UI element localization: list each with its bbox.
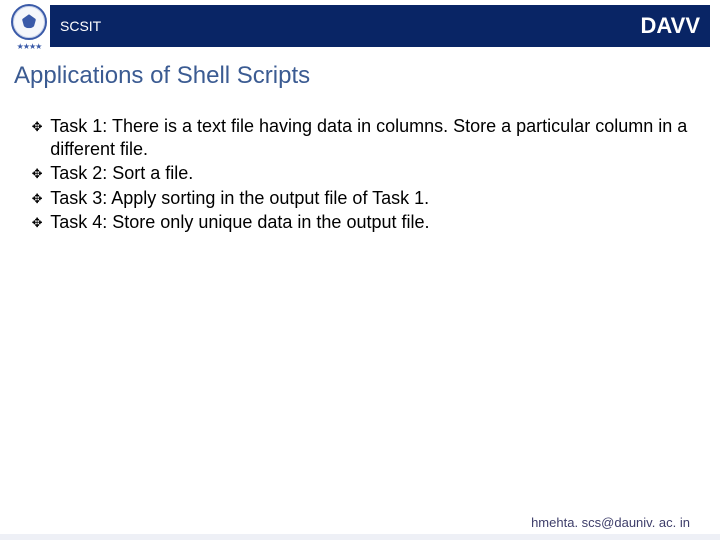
logo-emblem-icon [11,4,47,40]
bullet-icon: ✥ [32,116,42,137]
header-right-label: DAVV [641,13,701,39]
header-left-label: SCSIT [60,18,101,34]
list-item: ✥ Task 1: There is a text file having da… [32,115,688,160]
logo-stars: ★★★★ [17,42,42,51]
footer-email: hmehta. scs@dauniv. ac. in [0,515,720,530]
bullet-icon: ✥ [32,212,42,233]
list-item: ✥ Task 4: Store only unique data in the … [32,211,688,234]
bullet-text: Task 3: Apply sorting in the output file… [50,187,429,210]
bullet-text: Task 1: There is a text file having data… [50,115,688,160]
slide: ★★★★ SCSIT DAVV Applications of Shell Sc… [0,0,720,540]
list-item: ✥ Task 3: Apply sorting in the output fi… [32,187,688,210]
list-item: ✥ Task 2: Sort a file. [32,162,688,185]
bullet-text: Task 2: Sort a file. [50,162,193,185]
bullet-icon: ✥ [32,163,42,184]
bottom-band [0,534,720,540]
slide-title: Applications of Shell Scripts [14,62,310,90]
bullet-list: ✥ Task 1: There is a text file having da… [32,115,688,236]
logo: ★★★★ [8,4,50,52]
header-bar: SCSIT DAVV [50,5,710,47]
bullet-icon: ✥ [32,188,42,209]
bullet-text: Task 4: Store only unique data in the ou… [50,211,429,234]
